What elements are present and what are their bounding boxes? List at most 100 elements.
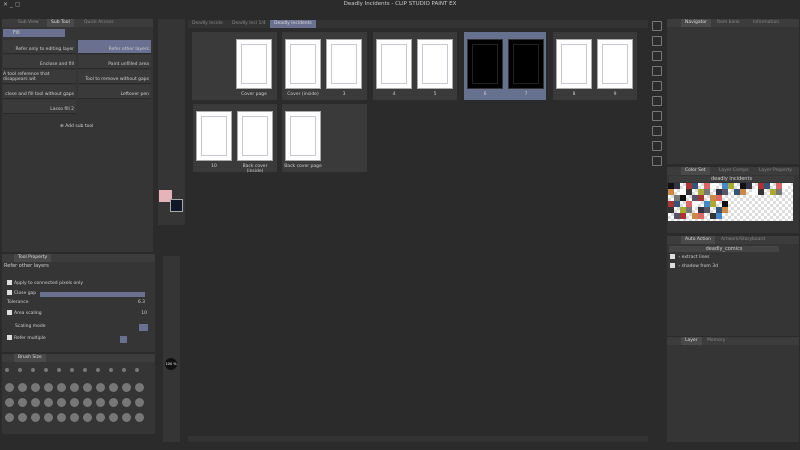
panel-toggle-icon[interactable]	[652, 141, 662, 151]
page-spread[interactable]: Cover page	[192, 32, 277, 100]
page-thumbnail[interactable]	[508, 39, 544, 89]
page-thumbnail[interactable]	[597, 39, 633, 89]
auto-action-set-select[interactable]: deadly_comics	[669, 246, 779, 252]
color-swatch[interactable]	[776, 189, 782, 195]
brush-size-preset[interactable]	[5, 398, 14, 407]
subtool-item[interactable]: Lasso fill 2	[3, 100, 76, 114]
zoom-slider[interactable]	[163, 256, 180, 442]
brush-size-preset[interactable]	[135, 368, 139, 372]
page-spread[interactable]: 89	[553, 32, 637, 100]
page-spread[interactable]: Back cover page	[282, 104, 367, 172]
brush-size-preset[interactable]	[70, 368, 74, 372]
brush-size-preset[interactable]	[70, 383, 79, 392]
page-thumbnail[interactable]	[326, 39, 362, 89]
tab-sub-tool[interactable]: Sub Tool	[47, 19, 74, 27]
brush-size-preset[interactable]	[18, 368, 22, 372]
brush-size-preset[interactable]	[109, 383, 118, 392]
area-scaling-checkbox[interactable]: Area scaling 10	[7, 310, 147, 318]
panel-toggle-icon[interactable]	[652, 51, 662, 61]
brush-size-preset[interactable]	[44, 398, 53, 407]
tab-navigator[interactable]: Navigator	[681, 19, 712, 27]
brush-size-preset[interactable]	[96, 368, 100, 372]
subtool-item[interactable]: close and fill tool without gaps	[3, 85, 76, 99]
brush-size-preset[interactable]	[83, 413, 92, 422]
page-spread[interactable]: 67	[464, 32, 546, 100]
panel-toggle-icon[interactable]	[652, 126, 662, 136]
brush-size-preset[interactable]	[44, 383, 53, 392]
brush-size-preset[interactable]	[109, 413, 118, 422]
tab-layer[interactable]: Layer	[681, 337, 702, 345]
subtool-group-fill[interactable]: Fill	[3, 29, 65, 37]
brush-size-preset[interactable]	[5, 368, 9, 372]
brush-size-preset[interactable]	[57, 398, 66, 407]
brush-size-preset[interactable]	[31, 368, 35, 372]
brush-size-preset[interactable]	[83, 383, 92, 392]
brush-size-preset[interactable]	[18, 398, 27, 407]
page-thumbnail[interactable]	[417, 39, 453, 89]
brush-size-preset[interactable]	[83, 368, 87, 372]
panel-toggle-icon[interactable]	[652, 156, 662, 166]
brush-size-preset[interactable]	[109, 368, 113, 372]
tab-information[interactable]: Information	[749, 19, 783, 27]
brush-size-preset[interactable]	[57, 383, 66, 392]
color-swatch[interactable]	[758, 189, 764, 195]
brush-size-preset[interactable]	[109, 398, 118, 407]
subtool-item[interactable]: Paint unfilled area	[78, 55, 151, 69]
panel-toggle-icon[interactable]	[652, 36, 662, 46]
page-thumbnail[interactable]	[556, 39, 592, 89]
apply-connected-checkbox[interactable]: Apply to connected pixels only	[7, 280, 115, 288]
page-thumbnail[interactable]	[196, 111, 232, 161]
subtool-item-selected[interactable]: Refer other layers	[78, 40, 151, 54]
brush-size-preset[interactable]	[18, 383, 27, 392]
brush-size-preset[interactable]	[5, 413, 14, 422]
color-swatch[interactable]	[740, 189, 746, 195]
tab-memory[interactable]: Memory	[703, 337, 729, 345]
brush-size-preset[interactable]	[122, 398, 131, 407]
brush-size-preset[interactable]	[57, 368, 61, 372]
color-swatch[interactable]	[698, 213, 704, 219]
scaling-mode[interactable]: Scaling mode	[15, 323, 148, 331]
add-sub-tool-button[interactable]: ⊕ Add sub tool	[60, 124, 93, 129]
window-controls[interactable]: ✕ _ ▢	[3, 1, 21, 8]
color-swatch[interactable]	[722, 207, 728, 213]
brush-size-preset[interactable]	[44, 368, 48, 372]
page-spread[interactable]: 10 Back cover (inside)	[193, 104, 277, 174]
brush-size-preset[interactable]	[44, 413, 53, 422]
brush-size-preset[interactable]	[122, 383, 131, 392]
page-thumbnail[interactable]	[285, 111, 321, 161]
doc-tab[interactable]: Deadly Incide	[188, 20, 227, 28]
auto-action-item[interactable]: › shadow from 3d	[670, 263, 759, 271]
tab-artwork-storyboard[interactable]: Artwork/Storyboard	[717, 236, 769, 244]
panel-toggle-icon[interactable]	[652, 111, 662, 121]
brush-size-preset[interactable]	[96, 383, 105, 392]
brush-size-preset[interactable]	[135, 398, 144, 407]
brush-size-preset[interactable]	[122, 413, 131, 422]
brush-size-preset[interactable]	[122, 368, 126, 372]
tab-layer-property[interactable]: Layer Property	[755, 167, 796, 175]
refer-multiple-checkbox[interactable]: Refer multiple	[7, 335, 127, 343]
color-swatch[interactable]	[782, 183, 788, 189]
page-thumbnail[interactable]	[236, 39, 272, 89]
page-thumbnail[interactable]	[376, 39, 412, 89]
brush-size-preset[interactable]	[57, 413, 66, 422]
tab-color-set[interactable]: Color Set	[681, 167, 710, 175]
brush-size-preset[interactable]	[18, 413, 27, 422]
tab-quick-access[interactable]: Quick Access	[80, 19, 118, 27]
page-thumbnail[interactable]	[285, 39, 321, 89]
background-color[interactable]	[170, 199, 183, 212]
brush-size-preset[interactable]	[96, 398, 105, 407]
doc-tab[interactable]: Deadly Inci 1/4	[228, 20, 270, 28]
subtool-item[interactable]: Enclose and fill	[3, 55, 76, 69]
page-thumbnail[interactable]	[237, 111, 273, 161]
brush-size-preset[interactable]	[31, 383, 40, 392]
tab-sub-view[interactable]: Sub View	[14, 19, 43, 27]
color-swatch[interactable]	[716, 213, 722, 219]
brush-size-preset[interactable]	[135, 383, 144, 392]
brush-size-preset[interactable]	[70, 413, 79, 422]
brush-size-preset[interactable]	[70, 398, 79, 407]
panel-toggle-icon[interactable]	[652, 21, 662, 31]
subtool-item[interactable]: A tool reference that disappears wit	[3, 70, 76, 84]
page-spread[interactable]: Cover (inside) 3	[282, 32, 367, 100]
auto-action-item[interactable]: › extract lines	[670, 254, 759, 262]
subtool-item[interactable]: Leftover pen	[78, 85, 151, 99]
